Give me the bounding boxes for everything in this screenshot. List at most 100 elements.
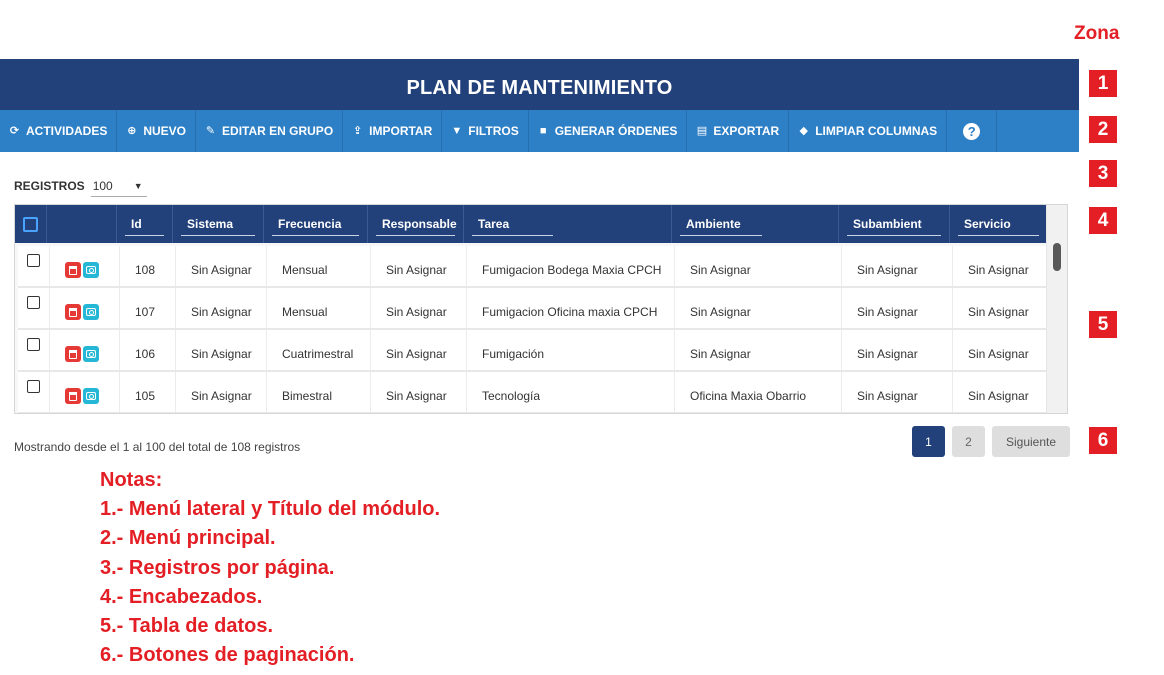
zone-badge-2: 2 xyxy=(1089,116,1117,143)
note-icon: ■ xyxy=(539,124,547,137)
header-sistema[interactable]: Sistema xyxy=(173,205,264,243)
header-frecuencia[interactable]: Frecuencia xyxy=(264,205,368,243)
delete-button[interactable] xyxy=(65,262,81,278)
menu-item-label: EXPORTAR xyxy=(713,124,780,138)
checkbox-icon xyxy=(27,296,40,309)
table-row[interactable]: 105 Sin Asignar Bimestral Sin Asignar Te… xyxy=(18,372,1051,413)
records-per-page-value: 100 xyxy=(92,178,113,193)
cell-responsable: Sin Asignar xyxy=(371,288,467,328)
checkbox-icon xyxy=(23,216,38,232)
header-label: Subambient xyxy=(853,217,922,231)
delete-button[interactable] xyxy=(65,304,81,320)
header-ambiente[interactable]: Ambiente xyxy=(672,205,839,243)
menu-editar-grupo-button[interactable]: ✎ EDITAR EN GRUPO xyxy=(196,110,344,152)
menu-importar-button[interactable]: ⇪ IMPORTAR xyxy=(343,110,443,152)
menu-actividades-button[interactable]: ⟳ ACTIVIDADES xyxy=(0,110,118,152)
filter-icon: ▼ xyxy=(451,124,463,137)
menu-item-label: LIMPIAR COLUMNAS xyxy=(815,124,938,138)
checkbox-icon xyxy=(27,254,40,267)
records-per-page: REGISTROS 100 ▼ xyxy=(14,175,147,197)
trash-icon xyxy=(69,307,77,317)
checkbox-icon xyxy=(27,338,40,351)
header-subambiente[interactable]: Subambient xyxy=(839,205,950,243)
cell-subambiente: Sin Asignar xyxy=(842,288,953,328)
help-button[interactable]: ? xyxy=(947,110,998,152)
cell-responsable: Sin Asignar xyxy=(371,372,467,412)
edit-icon: ✎ xyxy=(205,124,216,137)
cell-servicio: Sin Asignar xyxy=(953,288,1051,328)
cell-frecuencia: Mensual xyxy=(267,288,371,328)
records-per-page-select[interactable]: 100 ▼ xyxy=(90,175,147,197)
cell-subambiente: Sin Asignar xyxy=(842,330,953,370)
view-button[interactable] xyxy=(83,304,99,320)
menu-exportar-button[interactable]: ▤ EXPORTAR xyxy=(687,110,790,152)
module-title: PLAN DE MANTENIMIENTO xyxy=(406,77,673,99)
header-tarea[interactable]: Tarea xyxy=(464,205,672,243)
header-responsable[interactable]: Responsable xyxy=(368,205,464,243)
cell-sistema: Sin Asignar xyxy=(176,330,267,370)
trash-icon xyxy=(69,265,77,275)
question-circle-icon: ? xyxy=(963,122,981,140)
cell-ambiente: Sin Asignar xyxy=(675,330,842,370)
vertical-scrollbar[interactable] xyxy=(1046,205,1067,413)
row-actions xyxy=(50,288,120,328)
header-servicio[interactable]: Servicio xyxy=(950,205,1048,243)
cell-id: 105 xyxy=(120,372,176,412)
camera-icon xyxy=(86,308,96,316)
row-checkbox[interactable] xyxy=(18,288,50,328)
table-body: 108 Sin Asignar Mensual Sin Asignar Fumi… xyxy=(18,246,1051,413)
menu-item-label: EDITAR EN GRUPO xyxy=(222,124,334,138)
cell-frecuencia: Bimestral xyxy=(267,372,371,412)
cell-sistema: Sin Asignar xyxy=(176,288,267,328)
next-page-button[interactable]: Siguiente xyxy=(992,426,1070,457)
excel-file-icon: ▤ xyxy=(696,124,708,137)
plus-circle-icon: ⊕ xyxy=(127,124,137,137)
cell-frecuencia: Cuatrimestral xyxy=(267,330,371,370)
table-row[interactable]: 106 Sin Asignar Cuatrimestral Sin Asigna… xyxy=(18,330,1051,372)
row-actions xyxy=(50,246,120,286)
cell-responsable: Sin Asignar xyxy=(371,330,467,370)
view-button[interactable] xyxy=(83,388,99,404)
menu-limpiar-columnas-button[interactable]: ◆ LIMPIAR COLUMNAS xyxy=(789,110,948,152)
view-button[interactable] xyxy=(83,262,99,278)
page-2-button[interactable]: 2 xyxy=(952,426,985,457)
menu-nuevo-button[interactable]: ⊕ NUEVO xyxy=(117,110,197,152)
cell-frecuencia: Mensual xyxy=(267,246,371,286)
note-item: 4.- Encabezados. xyxy=(100,585,263,608)
zona-title: Zona xyxy=(1074,23,1120,44)
page-1-button[interactable]: 1 xyxy=(912,426,945,457)
cell-id: 106 xyxy=(120,330,176,370)
header-label: Servicio xyxy=(964,217,1011,231)
cell-id: 107 xyxy=(120,288,176,328)
menu-generar-ordenes-button[interactable]: ■ GENERAR ÓRDENES xyxy=(529,110,688,152)
table-row[interactable]: 107 Sin Asignar Mensual Sin Asignar Fumi… xyxy=(18,288,1051,330)
note-item: 3.- Registros por página. xyxy=(100,556,335,579)
zone-badge-5: 5 xyxy=(1089,311,1117,338)
note-item: 2.- Menú principal. xyxy=(100,527,276,550)
table-row[interactable]: 108 Sin Asignar Mensual Sin Asignar Fumi… xyxy=(18,246,1051,288)
row-checkbox[interactable] xyxy=(18,246,50,286)
cell-subambiente: Sin Asignar xyxy=(842,372,953,412)
cell-id: 108 xyxy=(120,246,176,286)
header-label: Id xyxy=(131,217,142,231)
header-actions xyxy=(47,205,117,243)
notes-title: Notas: xyxy=(100,469,163,491)
delete-button[interactable] xyxy=(65,346,81,362)
header-label: Tarea xyxy=(478,217,510,231)
zone-badge-1: 1 xyxy=(1089,70,1117,97)
header-label: Sistema xyxy=(187,217,234,231)
row-checkbox[interactable] xyxy=(18,330,50,370)
camera-icon xyxy=(86,266,96,274)
header-label: Ambiente xyxy=(686,217,741,231)
module-title-bar: PLAN DE MANTENIMIENTO xyxy=(0,59,1079,110)
scrollbar-thumb[interactable] xyxy=(1053,243,1061,271)
delete-button[interactable] xyxy=(65,388,81,404)
notes: Notas: 1.- Menú lateral y Título del mód… xyxy=(100,466,440,670)
menu-filtros-button[interactable]: ▼ FILTROS xyxy=(442,110,529,152)
view-button[interactable] xyxy=(83,346,99,362)
menu-item-label: FILTROS xyxy=(468,124,519,138)
select-all-checkbox[interactable] xyxy=(15,205,47,243)
cell-subambiente: Sin Asignar xyxy=(842,246,953,286)
row-checkbox[interactable] xyxy=(18,372,50,412)
header-id[interactable]: Id xyxy=(117,205,173,243)
